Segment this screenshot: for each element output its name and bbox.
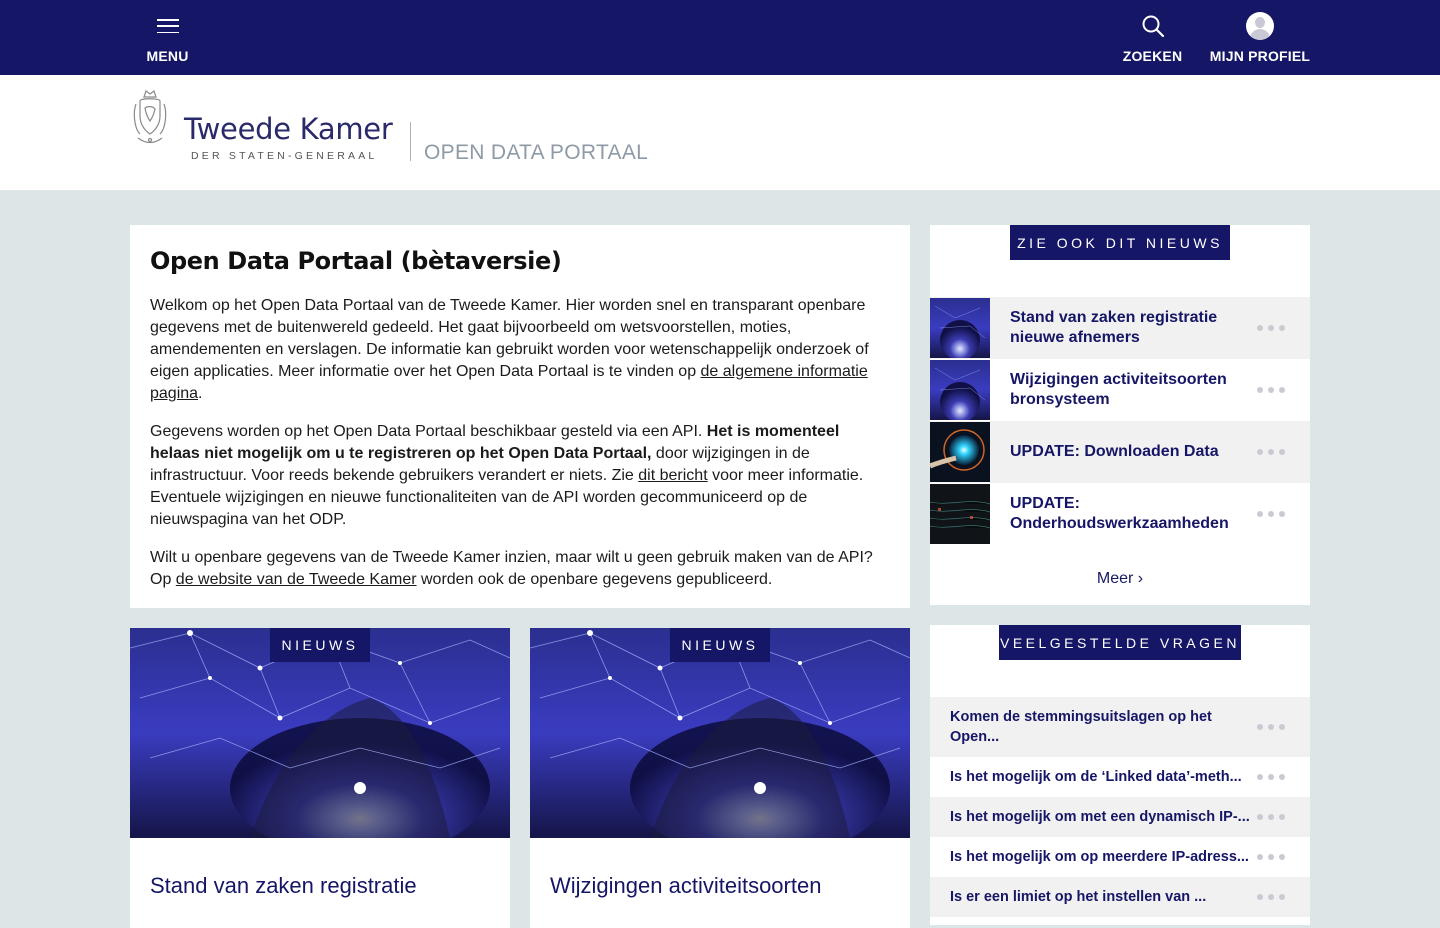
more-options-icon[interactable] [1257,387,1285,393]
faq-item[interactable]: Is het mogelijk om op meerdere IP-adress… [930,837,1310,877]
news-item-title: UPDATE: Downloaden Data [1010,443,1219,460]
profile-label: MIJN PROFIEL [1209,48,1311,64]
intro-paragraph-2: Gegevens worden op het Open Data Portaal… [150,423,864,528]
menu-label: MENU [146,48,189,64]
brand-divider [410,122,411,161]
more-options-icon[interactable] [1257,724,1285,730]
faq-question: Is het mogelijk om op meerdere IP-adress… [950,849,1249,865]
portal-title[interactable]: OPEN DATA PORTAAL [424,141,648,165]
news-thumbnail [930,360,990,420]
news-item-title: Stand van zaken registratie nieuwe afnem… [1010,309,1218,346]
more-options-icon[interactable] [1257,814,1285,820]
faq-question: Is het mogelijk om de ‘Linked data’-meth… [950,769,1242,785]
intro-paragraph-1: Welkom op het Open Data Portaal van de T… [150,297,869,402]
faq-item[interactable]: Is het mogelijk om met een dynamisch IP-… [930,797,1310,837]
faq-item[interactable]: Is er een limiet op het instellen van ..… [930,877,1310,917]
news-item-title: Wijzigingen activiteitsoorten bronsystee… [1010,371,1227,408]
news-item[interactable]: Stand van zaken registratie nieuwe afnem… [930,297,1310,359]
brand-name: Tweede Kamer [184,112,393,146]
faq-panel: VEELGESTELDE VRAGEN Komen de stemmingsui… [930,625,1310,925]
hamburger-icon [156,19,179,33]
intro-card: Open Data Portaal (bètaversie) Welkom op… [130,225,910,608]
news-panel: ZIE OOK DIT NIEUWS Stand van zaken regis… [930,225,1310,605]
news-thumbnail [930,484,990,544]
search-icon [1142,15,1164,38]
top-navigation-bar: MENU ZOEKEN MIJN PROFIEL [0,0,1440,75]
news-card[interactable]: NIEUWS Stand van zaken registratie [130,628,510,928]
menu-button[interactable]: MENU [140,0,195,75]
faq-question: Is er een limiet op het instellen van ..… [950,889,1207,905]
news-card[interactable]: NIEUWS Wijzigingen activiteitsoorten [530,628,910,928]
avatar-icon [1246,12,1274,40]
search-label: ZOEKEN [1122,48,1183,64]
news-item[interactable]: UPDATE: Onderhoudswerkzaamheden [930,483,1310,545]
tweede-kamer-website-link[interactable]: de website van de Tweede Kamer [176,571,417,588]
intro-paragraph-3: Wilt u openbare gegevens van de Tweede K… [150,549,873,588]
brand-subtitle: DER STATEN-GENERAAL [191,150,378,162]
profile-button[interactable]: MIJN PROFIEL [1208,0,1312,75]
more-options-icon[interactable] [1257,894,1285,900]
more-options-icon[interactable] [1257,511,1285,517]
more-options-icon[interactable] [1257,774,1285,780]
faq-item[interactable]: Komen de stemmingsuitslagen op het Open.… [930,697,1310,757]
faq-panel-badge: VEELGESTELDE VRAGEN [999,625,1241,660]
more-options-icon[interactable] [1257,854,1285,860]
faq-question: Is het mogelijk om met een dynamisch IP-… [950,809,1250,825]
more-options-icon[interactable] [1257,325,1285,331]
news-item-title: UPDATE: Onderhoudswerkzaamheden [1010,495,1229,532]
news-card-title: Stand van zaken registratie [150,873,417,898]
more-news-link[interactable]: Meer › [930,570,1310,588]
news-card-badge: NIEUWS [670,628,770,662]
faq-item[interactable]: Is het mogelijk om de ‘Linked data’-meth… [930,757,1310,797]
news-card-title: Wijzigingen activiteitsoorten [550,873,822,898]
this-message-link[interactable]: dit bericht [638,467,707,484]
news-card-badge: NIEUWS [270,628,370,662]
search-button[interactable]: ZOEKEN [1120,0,1185,75]
more-options-icon[interactable] [1257,449,1285,455]
news-item[interactable]: UPDATE: Downloaden Data [930,421,1310,483]
news-thumbnail [930,298,990,358]
news-thumbnail [930,422,990,482]
faq-question: Komen de stemmingsuitslagen op het Open.… [950,709,1212,745]
news-item[interactable]: Wijzigingen activiteitsoorten bronsystee… [930,359,1310,421]
coat-of-arms-logo[interactable] [132,88,168,148]
page-title: Open Data Portaal (bètaversie) [150,247,562,275]
news-panel-badge: ZIE OOK DIT NIEUWS [1010,225,1230,260]
